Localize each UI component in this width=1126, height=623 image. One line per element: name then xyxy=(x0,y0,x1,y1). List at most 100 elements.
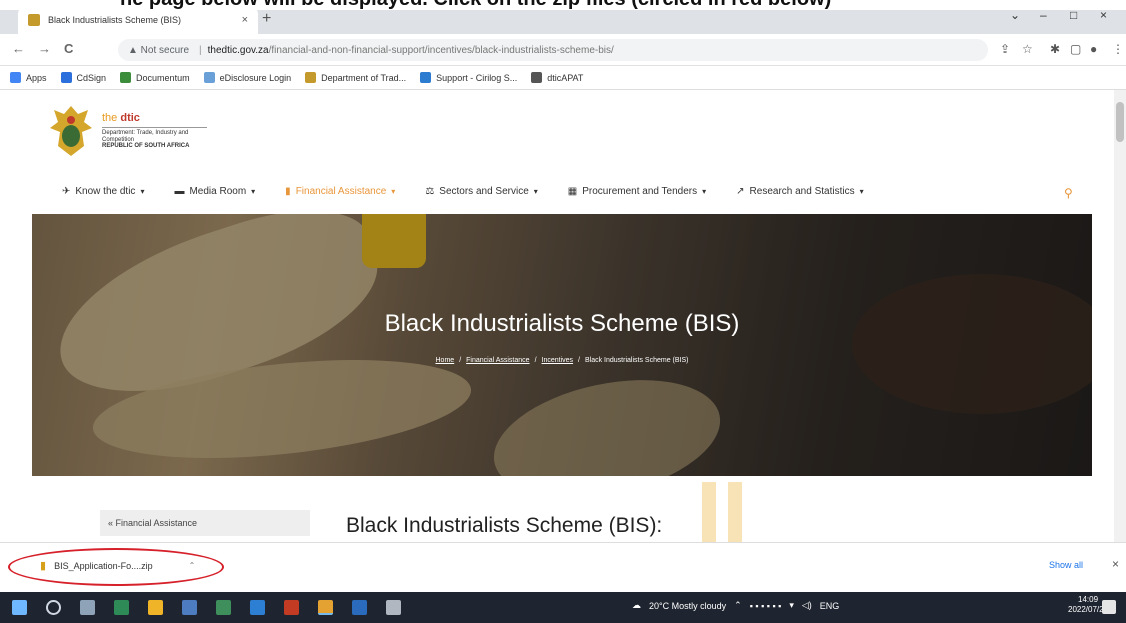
bookmark-label: Department of Trad... xyxy=(321,72,407,83)
bookmark-documentum[interactable]: Documentum xyxy=(120,72,190,83)
bookmark-star-icon[interactable]: ☆ xyxy=(1022,42,1033,56)
bookmark-cdsign[interactable]: CdSign xyxy=(60,72,106,83)
show-all-button[interactable]: Show all xyxy=(1049,560,1083,570)
bookmarks-bar: Apps CdSign Documentum eDisclosure Login… xyxy=(0,66,1126,90)
browser-tab[interactable]: Black Industrialists Scheme (BIS) × xyxy=(18,6,258,34)
decorative-bar xyxy=(702,482,716,542)
address-bar: ← → C ▲ Not secure | thedtic.gov.za /fin… xyxy=(0,34,1126,66)
logo-the: the xyxy=(102,112,118,125)
logo-department: Department: Trade, Industry and Competit… xyxy=(102,127,207,143)
task-view-icon[interactable] xyxy=(80,600,95,615)
breadcrumb-separator: / xyxy=(459,357,462,364)
bookmark-label: Support - Cirilog S... xyxy=(436,72,518,83)
nav-item-financial-assistance[interactable]: ▮ Financial Assistance ▾ xyxy=(285,186,395,197)
volume-icon[interactable]: ◁) xyxy=(802,600,812,611)
nav-label: Know the dtic xyxy=(75,186,136,197)
sidepanel-icon[interactable]: ▢ xyxy=(1070,42,1081,56)
language-indicator[interactable]: ENG xyxy=(820,601,840,611)
app-icon[interactable] xyxy=(182,600,197,615)
excel-icon[interactable] xyxy=(114,600,129,615)
support-globe-icon xyxy=(420,72,432,83)
new-tab-button[interactable]: + xyxy=(262,10,271,28)
back-button[interactable]: ← xyxy=(12,41,25,56)
bookmark-edisclosure[interactable]: eDisclosure Login xyxy=(203,72,291,83)
nav-label: Financial Assistance xyxy=(295,186,387,197)
plane-icon: ✈ xyxy=(62,186,71,197)
coat-of-arms-icon xyxy=(50,106,92,156)
nav-item-know-the-dtic[interactable]: ✈ Know the dtic ▾ xyxy=(62,186,144,197)
logo-text: the dtic Department: Trade, Industry and… xyxy=(102,112,207,150)
reload-button[interactable]: C xyxy=(64,41,73,56)
notification-icon[interactable] xyxy=(1102,600,1116,614)
dtic-logo[interactable]: the dtic Department: Trade, Industry and… xyxy=(48,104,207,158)
app-icon[interactable] xyxy=(216,600,231,615)
nav-item-research-and-statistics[interactable]: ↗ Research and Statistics ▾ xyxy=(736,186,863,197)
search-icon[interactable] xyxy=(46,600,61,615)
camera-icon: ▬ xyxy=(174,186,185,197)
close-window-button[interactable]: × xyxy=(1100,8,1107,22)
url-host: thedtic.gov.za xyxy=(207,44,269,56)
nav-label: Media Room xyxy=(189,186,247,197)
hero-banner: Black Industrialists Scheme (BIS) Home / F… xyxy=(32,214,1092,476)
web-page: the dtic Department: Trade, Industry and… xyxy=(0,90,1126,542)
screenshot-root: Black Industrialists Scheme (BIS) × + ⌄ … xyxy=(0,0,1126,623)
windows-start-icon[interactable] xyxy=(12,600,27,615)
extensions-icon[interactable]: ✱ xyxy=(1050,42,1060,56)
page-title: Black Industrialists Scheme (BIS): xyxy=(346,514,663,537)
chevron-up-icon[interactable]: ⌃ xyxy=(189,561,196,570)
nav-item-media-room[interactable]: ▬ Media Room ▾ xyxy=(174,186,255,197)
nav-item-sectors-and-service[interactable]: ⚖ Sectors and Service ▾ xyxy=(425,186,537,197)
chart-icon: ↗ xyxy=(736,186,745,197)
breadcrumb: Home / Financial Assistance / Incentives / Bla… xyxy=(32,357,1092,364)
tray-overflow-icon[interactable]: ⌃ xyxy=(734,600,742,611)
breadcrumb-separator: / xyxy=(534,357,537,364)
not-secure-badge[interactable]: ▲ Not secure xyxy=(128,45,189,56)
bookmark-dticapat[interactable]: dticAPAT xyxy=(531,72,583,83)
menu-kebab-icon[interactable]: ⋮ xyxy=(1112,42,1124,56)
hero-overlay xyxy=(32,214,1092,476)
nav-label: Research and Statistics xyxy=(749,186,855,197)
edisclosure-icon xyxy=(203,72,215,83)
powerpoint-icon[interactable] xyxy=(284,600,299,615)
breadcrumb-current: Black Industrialists Scheme (BIS) xyxy=(585,357,689,364)
scrollbar-thumb[interactable] xyxy=(1116,102,1124,142)
profile-icon[interactable]: ● xyxy=(1090,42,1097,56)
search-icon[interactable]: ⚲ xyxy=(1064,186,1073,200)
chevron-down-icon: ▾ xyxy=(533,187,538,196)
bookmark-label: Documentum xyxy=(136,72,190,83)
dtic-favicon-icon xyxy=(305,72,317,83)
maximize-button[interactable]: □ xyxy=(1070,8,1077,22)
bookmark-label: Apps xyxy=(26,72,47,83)
tray-icons[interactable]: ▪ ▪ ▪ ▪ ▪ ▪ xyxy=(750,601,782,611)
breadcrumb-home[interactable]: Home xyxy=(436,357,455,364)
chrome-icon[interactable] xyxy=(318,600,333,615)
share-icon[interactable]: ⇪ xyxy=(1000,42,1010,56)
file-explorer-icon[interactable] xyxy=(148,600,163,615)
sidebar-back-link[interactable]: « Financial Assistance xyxy=(100,510,310,536)
close-download-bar-button[interactable]: × xyxy=(1112,557,1119,571)
windows-taskbar: ☁ 20°C Mostly cloudy ⌃ ▪ ▪ ▪ ▪ ▪ ▪ ▾ ◁) … xyxy=(0,592,1126,623)
logo-republic: REPUBLIC OF SOUTH AFRICA xyxy=(102,143,190,150)
forward-button[interactable]: → xyxy=(38,41,51,56)
tab-close-icon[interactable]: × xyxy=(242,14,248,26)
download-filename: BIS_Application-Fo....zip xyxy=(54,560,153,571)
internet-explorer-icon[interactable] xyxy=(250,600,265,615)
page-scrollbar[interactable] xyxy=(1114,90,1126,542)
outlook-icon[interactable] xyxy=(352,600,367,615)
minimize-button[interactable]: – xyxy=(1040,8,1047,22)
download-item-zip[interactable]: ▮ BIS_Application-Fo....zip ⌃ xyxy=(40,559,195,572)
breadcrumb-incentives[interactable]: Incentives xyxy=(542,357,574,364)
breadcrumb-financial-assistance[interactable]: Financial Assistance xyxy=(466,357,529,364)
nav-item-procurement-and-tenders[interactable]: ▦ Procurement and Tenders ▾ xyxy=(568,186,706,197)
url-input[interactable]: ▲ Not secure | thedtic.gov.za /financial… xyxy=(118,39,988,61)
instruction-caption: he page below will be displayed. Click o… xyxy=(0,0,1126,10)
weather-icon[interactable]: ☁ xyxy=(632,600,641,611)
tab-search-icon[interactable]: ⌄ xyxy=(1010,8,1020,22)
caption-text: he page below will be displayed. Click o… xyxy=(120,0,831,10)
weather-text[interactable]: 20°C Mostly cloudy xyxy=(649,601,726,611)
app-icon[interactable] xyxy=(386,600,401,615)
bookmark-support-cirilog[interactable]: Support - Cirilog S... xyxy=(420,72,517,83)
wifi-icon[interactable]: ▾ xyxy=(789,600,794,611)
bookmark-apps[interactable]: Apps xyxy=(10,72,47,83)
bookmark-department-of-trade[interactable]: Department of Trad... xyxy=(305,72,406,83)
